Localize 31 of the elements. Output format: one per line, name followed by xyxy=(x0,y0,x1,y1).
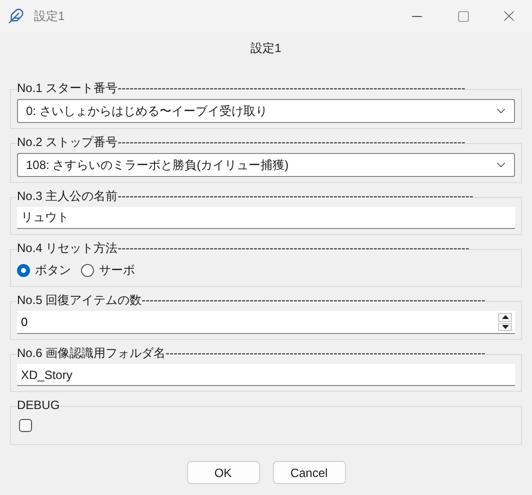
increment-button[interactable] xyxy=(498,313,512,322)
group-label: No.3 主人公の名前----------------------------------------------------------------------------------------- xyxy=(17,189,474,204)
group-label: No.6 画像認識用フォルダ名-------------------------------------------------------------------------------- xyxy=(17,346,486,361)
radio-button[interactable] xyxy=(81,264,94,276)
window-title: 設定1 xyxy=(34,8,66,24)
decrement-button[interactable] xyxy=(498,322,512,331)
cancel-button[interactable]: Cancel xyxy=(272,461,346,484)
down-arrow-icon xyxy=(502,324,508,329)
radio-label: ボタン xyxy=(35,262,71,278)
up-arrow-icon xyxy=(502,315,508,320)
dropdown[interactable]: 108: さすらいのミラーボと勝負(カイリュー捕獲) xyxy=(17,153,515,177)
dialog-heading: 設定1 xyxy=(250,40,282,57)
radio-label: サーボ xyxy=(99,262,135,278)
dropdown-value: 108: さすらいのミラーボと勝負(カイリュー捕獲) xyxy=(26,156,290,174)
group-label: No.5 回復アイテムの数-------------------------------------------------------------------------------------- xyxy=(17,293,486,308)
dropdown[interactable]: 0: さいしょからはじめる〜イーブイ受け取り xyxy=(17,99,515,123)
ok-button[interactable]: OK xyxy=(186,461,260,484)
radio-option[interactable]: サーボ xyxy=(81,262,135,278)
spin-field[interactable]: 0 xyxy=(17,311,515,334)
feather-icon xyxy=(8,8,24,24)
group-label: No.2 ストップ番号--------------------------------------------------------------------------------------- xyxy=(17,135,466,150)
checkbox[interactable] xyxy=(19,419,32,432)
maximize-icon xyxy=(456,10,470,22)
radio-option[interactable]: ボタン xyxy=(17,262,71,278)
input-field[interactable]: XD_Story xyxy=(17,364,515,386)
group-label: No.1 スタート番号--------------------------------------------------------------------------------------- xyxy=(17,81,466,96)
group-label: No.4 リセット方法---------------------------------------------------------------------------------------- xyxy=(17,241,470,256)
spin-value[interactable]: 0 xyxy=(17,315,498,329)
input-field[interactable]: リュウト xyxy=(17,207,515,229)
radio-button[interactable] xyxy=(17,264,30,276)
dropdown-value: 0: さいしょからはじめる〜イーブイ受け取り xyxy=(26,102,268,120)
